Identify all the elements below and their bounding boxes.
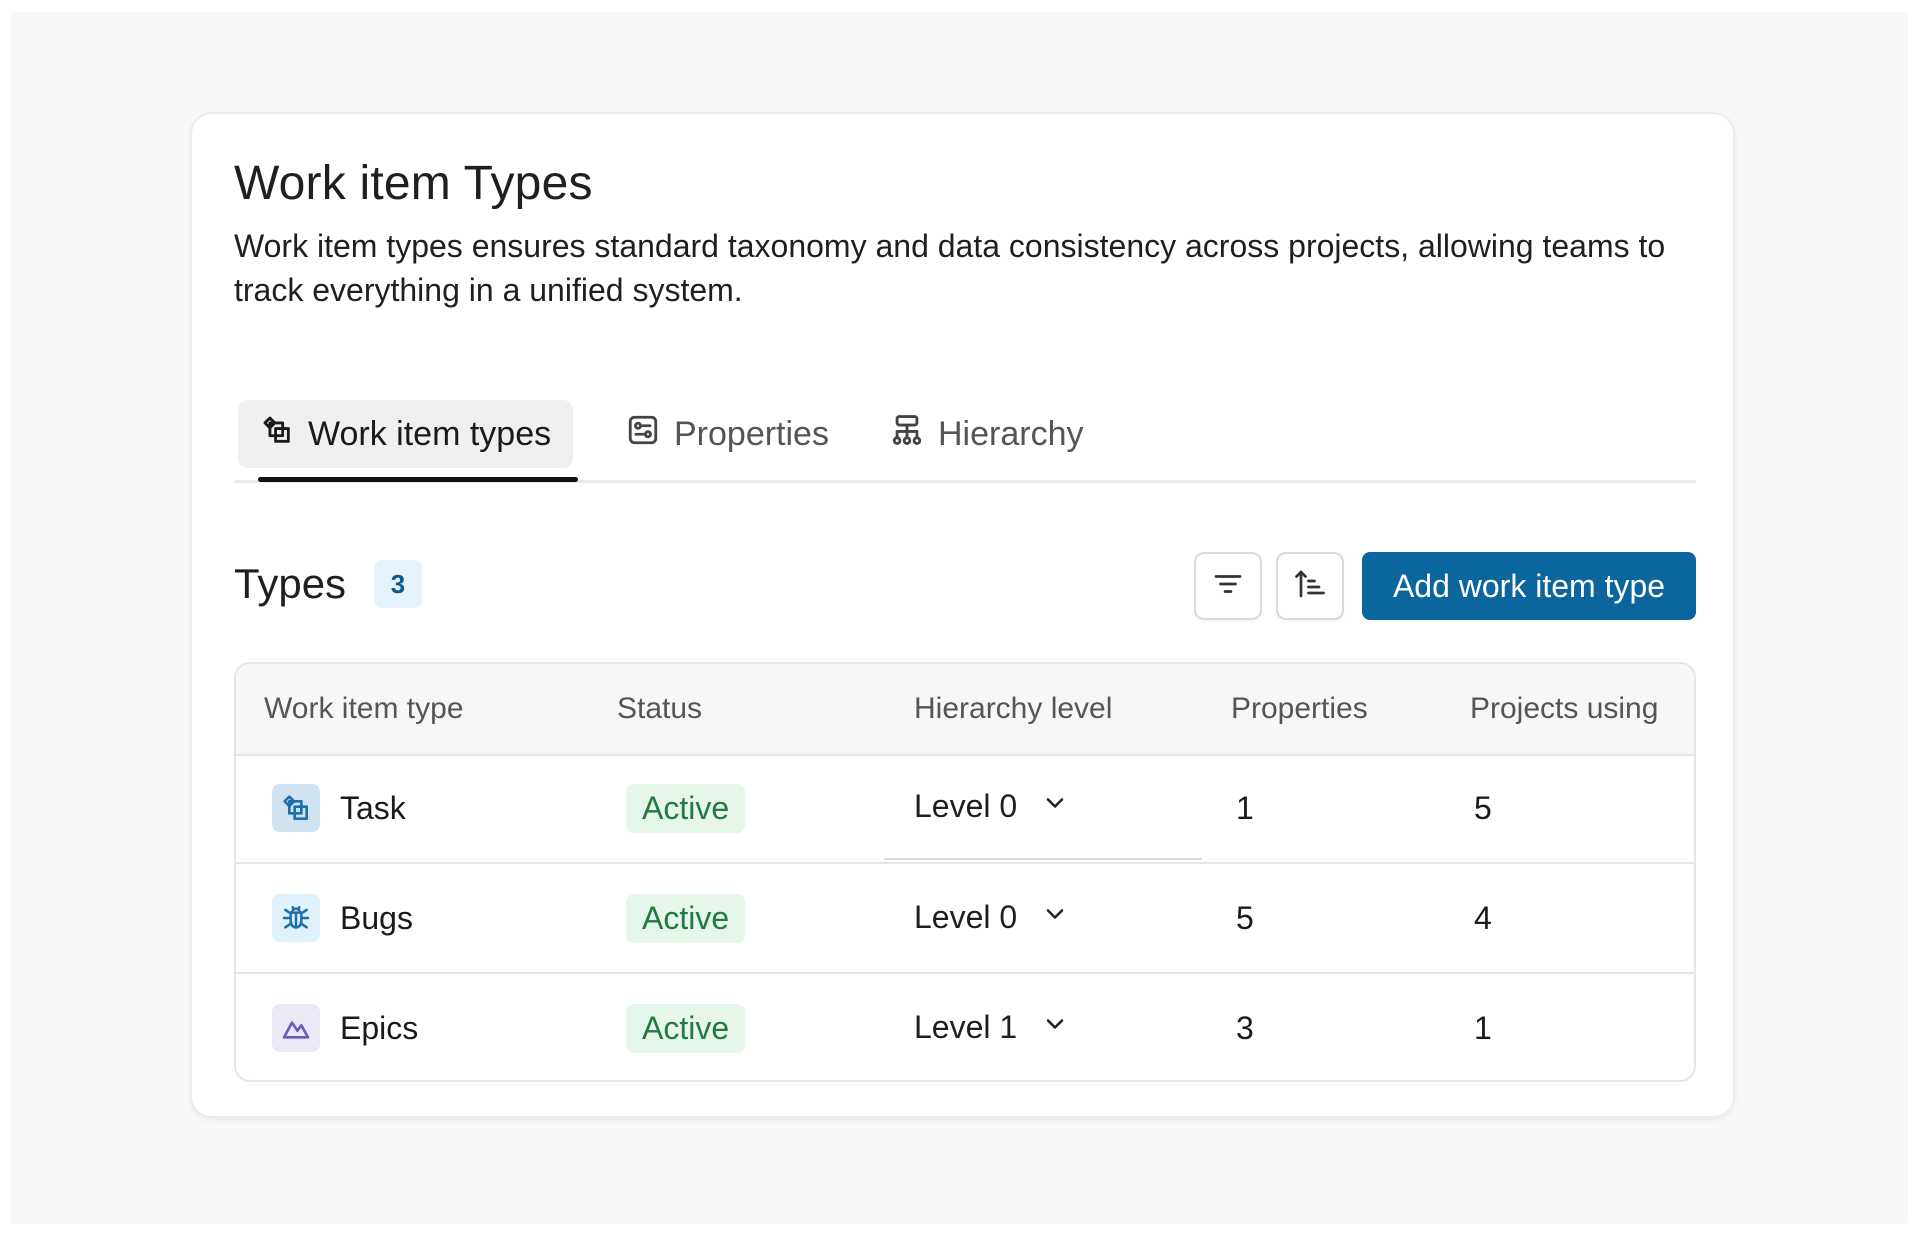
type-name[interactable]: Task [340,790,406,827]
type-name[interactable]: Bugs [340,900,413,937]
projects-using-cell: 4 [1474,899,1492,936]
status-badge: Active [626,893,746,943]
properties-cell: 5 [1236,899,1254,936]
hierarchy-level-value: Level 1 [914,1008,1018,1045]
type-cell: Bugs [272,864,413,972]
tab-properties[interactable]: Properties [604,400,851,468]
column-header-type[interactable]: Work item type [264,664,464,754]
filter-button[interactable] [1194,552,1262,620]
work-item-types-icon [260,413,294,456]
type-cell: Task [272,754,406,862]
hierarchy-level-value: Level 0 [914,898,1018,935]
work-item-types-card: Work item Types Work item types ensures … [190,112,1735,1118]
column-header-projects-using[interactable]: Projects using [1470,664,1658,754]
hierarchy-level-dropdown[interactable]: Level 0 [884,754,1202,860]
epic-icon [272,1004,320,1052]
tab-bar: Work item types Properties Hierarchy [234,396,1696,483]
chevron-down-icon [1017,899,1069,936]
work-item-types-table: Work item type Status Hierarchy level Pr… [234,662,1696,1082]
sort-button[interactable] [1276,552,1344,620]
status-cell: Active [626,864,746,972]
hierarchy-level-value: Level 0 [914,787,1018,824]
types-count-badge: 3 [374,560,422,608]
hierarchy-level-dropdown[interactable]: Level 0 [884,864,1202,970]
page-title: Work item Types [234,157,593,210]
tab-work-item-types[interactable]: Work item types [238,400,574,468]
hierarchy-level-dropdown[interactable]: Level 1 [884,974,1202,1080]
table-header: Work item type Status Hierarchy level Pr… [236,664,1694,756]
properties-icon [626,413,660,456]
status-badge: Active [626,1003,746,1053]
filter-icon [1210,566,1246,607]
status-badge: Active [626,783,746,833]
chevron-down-icon [1017,1009,1069,1046]
projects-using-cell: 5 [1474,789,1492,826]
type-name[interactable]: Epics [340,1010,418,1047]
section-title: Types [234,560,347,607]
bug-icon [272,894,320,942]
table-row[interactable]: Task Active Level 0 1 5 [236,754,1694,862]
projects-using-cell: 1 [1474,1009,1492,1046]
chevron-down-icon [1017,788,1069,825]
column-header-status[interactable]: Status [617,664,702,754]
column-header-hierarchy-level[interactable]: Hierarchy level [914,664,1112,754]
tab-label: Hierarchy [938,414,1084,453]
page-description: Work item types ensures standard taxonom… [234,228,1666,308]
table-row[interactable]: Epics Active Level 1 3 1 [236,972,1694,1080]
tab-hierarchy[interactable]: Hierarchy [868,400,1105,468]
status-cell: Active [626,754,746,862]
status-cell: Active [626,974,746,1080]
task-icon [272,784,320,832]
table-row[interactable]: Bugs Active Level 0 5 4 [236,862,1694,972]
sort-icon [1292,566,1328,607]
tab-label: Properties [674,414,829,453]
tab-label: Work item types [308,414,552,453]
column-header-properties[interactable]: Properties [1231,664,1368,754]
type-cell: Epics [272,974,418,1080]
types-section-header: Types 3 Add work item type [234,552,1696,622]
hierarchy-icon [890,413,924,456]
properties-cell: 1 [1236,789,1254,826]
properties-cell: 3 [1236,1009,1254,1046]
add-work-item-type-button[interactable]: Add work item type [1362,552,1696,620]
active-tab-indicator [258,477,578,482]
